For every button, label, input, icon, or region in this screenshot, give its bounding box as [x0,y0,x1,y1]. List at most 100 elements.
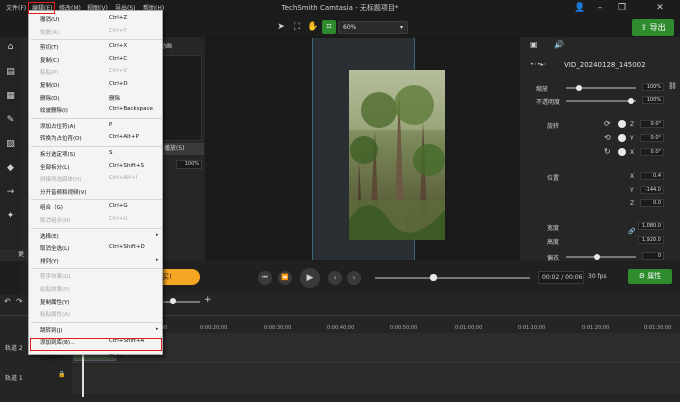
position-z-field[interactable]: 0.0 [640,199,664,207]
opacity-field[interactable]: 100% [642,96,664,104]
transitions-icon[interactable]: ▨ [5,139,16,150]
previous-frame-icon[interactable]: ⏮ [258,271,272,285]
behaviors-icon[interactable]: ◆ [5,163,16,174]
video-clip-preview[interactable] [349,70,445,240]
undo-icon[interactable]: ↶ [4,297,11,306]
play-icon[interactable]: ▶ [300,268,320,288]
cursor-effects-icon[interactable]: ✦ [5,211,16,222]
edit-menu-item[interactable]: 首选项(F)... Ctrl+, [29,352,164,364]
previous-clip-icon[interactable]: ‹ [328,271,342,285]
maximize-icon[interactable]: ❐ [612,2,632,14]
rotation-x-axis: X [630,149,635,156]
edit-menu-item-label: 拆分选定项(S) [40,152,76,158]
edit-menu-item[interactable]: 恢复(R) Ctrl+Y [29,26,164,38]
rotation-x-dial[interactable] [618,148,626,156]
audio-properties-tab-icon[interactable]: 🔊 [554,40,564,49]
next-clip-icon[interactable]: › [347,271,361,285]
edit-menu-item[interactable]: 拼接所选媒体(H) Ctrl+Alt+I [29,173,164,185]
edit-menu-item[interactable]: 纹波删除(I) Ctrl+Backspace [29,104,164,116]
scale-field[interactable]: 100% [642,83,664,91]
track-1-lock-icon[interactable]: 🔒 [58,371,65,378]
edit-menu-item-label: 转换为占位符(O) [40,136,82,143]
corner-field[interactable]: 0 [642,252,664,260]
rotation-y-field[interactable]: 0.0° [640,134,664,142]
edit-menu-item-label: 复制属性(Y) [40,299,70,306]
fps-display: 30 fps [588,273,607,280]
track-1-lane[interactable] [72,364,680,394]
home-icon[interactable]: ⌂ [5,42,16,53]
minimize-icon[interactable]: – [590,2,610,14]
corner-slider[interactable] [566,256,636,258]
edit-menu-item[interactable]: 拆分选定项(S) S [29,148,164,160]
edit-menu-item[interactable]: 取消全选(L) Ctrl+Shift+D [29,242,164,254]
timeline-zoom-knob[interactable] [170,298,176,304]
position-y-field[interactable]: -144.0 [640,186,664,194]
edit-menu-item-shortcut: Ctrl+C [109,55,128,62]
edit-menu-item[interactable]: 粘贴属性(A) [29,308,164,320]
edit-menu-item-shortcut: Ctrl+Z [109,15,128,21]
edit-menu-item-shortcut: Ctrl+Alt+I [109,175,138,182]
edit-menu-item[interactable]: 选择(E) ▸ [29,230,164,242]
edit-menu-item[interactable]: 复制(C) Ctrl+C [29,54,164,66]
rotation-z-dial[interactable] [618,120,626,128]
edit-menu-highlight [28,2,55,14]
edit-menu-item[interactable]: 程序效果(G) [29,270,164,282]
animations-icon[interactable]: → [5,187,16,198]
rotate-x-icon: ↻ [604,147,611,156]
scrub-slider[interactable] [375,277,530,279]
link-icon[interactable]: ⛓ [668,82,677,90]
edit-menu-item[interactable]: 组合（G) Ctrl+G [29,201,164,213]
rotation-y-dial[interactable] [618,134,626,142]
zoom-select[interactable]: 60% ▾ [338,21,408,34]
edit-menu-item[interactable]: 剪切(T) Ctrl+X [29,41,164,53]
play-preview-button[interactable]: 播放(S) [160,143,204,155]
height-label: 高度 [547,239,560,246]
edit-menu-item[interactable]: 转换为占位符(O) Ctrl+Alt+P [29,132,164,144]
edit-menu-item[interactable]: 撤消(U) Ctrl+Z [29,13,164,25]
width-field[interactable]: 1,080.0 [638,222,664,230]
percent-field[interactable]: 100% [176,160,202,169]
edit-menu-item[interactable]: 排列(Y) ▸ [29,255,164,267]
edit-menu-item[interactable]: 复制属性(Y) [29,296,164,308]
height-field[interactable]: 1,920.0 [638,236,664,244]
annotations-icon[interactable]: ✎ [5,115,16,126]
edit-menu-item[interactable]: 添加占位符(A) P [29,120,164,132]
pan-hand-tool-icon[interactable]: ✋ [306,20,320,34]
sign-in-icon[interactable]: 👤 [570,2,590,14]
position-x-field[interactable]: 0.4 [640,172,664,180]
close-icon[interactable]: ✕ [650,2,670,14]
properties-button[interactable]: ⚙ 属性 [628,269,672,284]
edit-menu-item-shortcut: Ctrl+G [109,203,128,210]
edit-menu-item[interactable]: 取消组合(N) Ctrl+U [29,214,164,226]
redo-icon[interactable]: ↷ [16,297,23,306]
animation-preview [160,55,202,141]
edit-menu-item-label: 组合（G) [40,205,63,212]
crop-select-tool-icon[interactable]: ⛶ [290,20,304,34]
edit-menu-item[interactable]: 粘贴(P) Ctrl+V [29,66,164,78]
ruler-tick: 0:01:00;00 [455,325,483,331]
edit-menu-item[interactable]: 全部拆分(L) Ctrl+Shift+S [29,161,164,173]
opacity-slider[interactable] [566,100,636,102]
library-icon[interactable]: ▦ [5,91,16,102]
zoom-in-icon[interactable]: + [204,295,212,305]
scrub-slider-knob[interactable] [430,274,437,281]
edit-menu-item[interactable]: 跳转到(J) ▸ [29,324,164,336]
export-button[interactable]: ⇪ 导出 [632,19,674,36]
edit-menu-item-label: 恢复(R) [40,29,60,36]
visual-properties-tab-icon[interactable]: ▣ [530,40,538,49]
crop-tool-icon[interactable]: ⌗ [322,20,336,34]
media-icon[interactable]: ▤ [5,67,16,78]
edit-menu-item-shortcut: Ctrl+X [109,43,128,50]
edit-menu-item[interactable]: 分开音频和视频(V) [29,186,164,198]
rotation-x-field[interactable]: 0.0° [640,148,664,156]
edit-menu-item[interactable]: 删除(D) 删除 [29,92,164,104]
step-back-icon[interactable]: ⏪ [278,271,292,285]
scale-slider-knob[interactable] [576,85,582,91]
aspect-lock-icon[interactable]: 🔗 [628,228,635,235]
corner-slider-knob[interactable] [594,254,600,260]
pointer-tool-icon[interactable]: ➤ [274,20,288,34]
opacity-slider-knob[interactable] [628,98,634,104]
edit-menu-item[interactable]: 复制(D) Ctrl+D [29,79,164,91]
rotation-z-field[interactable]: 0.0° [640,120,664,128]
edit-menu-item[interactable]: 粘贴效果(P) [29,283,164,295]
